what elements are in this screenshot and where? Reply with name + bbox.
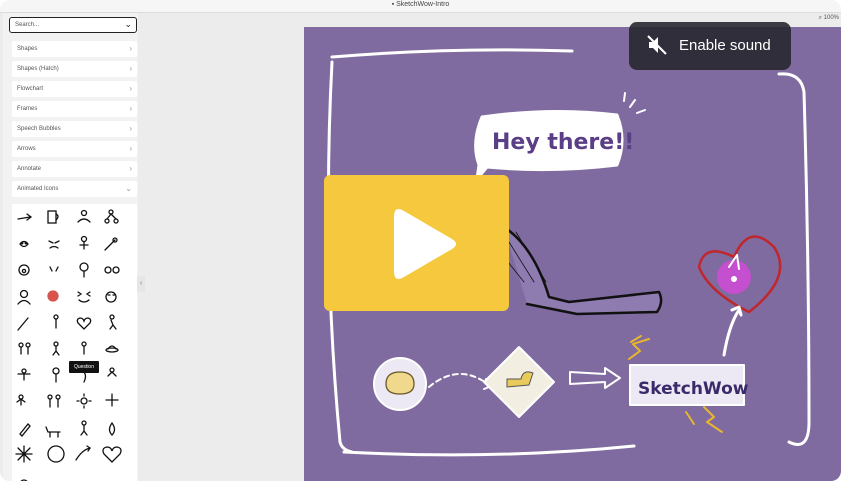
pig-icon[interactable] [18, 264, 30, 276]
brain-doodle [385, 371, 415, 395]
heart-outline-icon[interactable] [102, 446, 122, 463]
window-title-text: SketchWow-Intro [396, 1, 450, 8]
chevron-right-icon: › [129, 44, 132, 53]
pointing-figures-icon[interactable] [18, 342, 31, 355]
glasses-icon[interactable] [104, 266, 120, 274]
search-placeholder: Search... [15, 22, 40, 28]
chevron-right-icon: › [129, 144, 132, 153]
outline-arrow [569, 367, 621, 389]
play-button[interactable] [324, 175, 509, 311]
walking-figure-icon[interactable] [52, 341, 60, 356]
zoom-indicator[interactable]: ⌕ 100% [819, 15, 839, 22]
sidebar: Search... ⌄ Shapes › Shapes (Hatch) › Flow… [3, 13, 138, 481]
arrow-right-icon[interactable] [17, 213, 33, 221]
brain-icon[interactable] [47, 290, 59, 302]
chevron-left-icon: ‹ [139, 280, 143, 287]
sun-burst-icon[interactable] [76, 393, 92, 409]
chevron-right-icon: › [129, 104, 132, 113]
heart-icon[interactable] [76, 317, 92, 330]
emphasis-lines [623, 92, 646, 114]
rocket-icon[interactable] [19, 423, 31, 437]
chevron-down-icon[interactable]: ⌄ [124, 19, 132, 30]
mute-icon [647, 35, 667, 55]
network-icon[interactable] [104, 209, 119, 224]
enable-sound-button[interactable]: Enable sound [629, 22, 791, 70]
leaping-figure-icon[interactable] [80, 420, 88, 436]
chevron-right-icon: › [129, 64, 132, 73]
category-label: Speech Bubbles [17, 126, 61, 132]
horse-icon[interactable] [45, 426, 61, 438]
zap-lines-bottom [685, 406, 723, 433]
pencil-icon[interactable] [17, 317, 29, 331]
circle-arrow-icon[interactable] [47, 445, 65, 463]
unicorn-icon [717, 254, 751, 294]
category-arrows[interactable]: Arrows › [12, 141, 137, 157]
waving-figure-icon[interactable] [77, 209, 91, 223]
brush-icon[interactable] [104, 237, 118, 251]
category-label: Frames [17, 106, 38, 112]
app-window: ▪ SketchWow-Intro Search... ⌄ Shapes › Sh… [0, 0, 841, 481]
window-title: ▪ SketchWow-Intro [0, 1, 841, 8]
reclining-figure [502, 225, 663, 316]
jumping-figure-icon[interactable] [107, 367, 117, 377]
angry-face-icon[interactable] [48, 240, 60, 249]
chevron-down-icon: ⌄ [125, 184, 132, 193]
runner-icon[interactable] [109, 314, 117, 330]
chevron-right-icon: › [129, 84, 132, 93]
laugh-face-icon[interactable] [77, 291, 91, 303]
category-label: Flowchart [17, 86, 44, 92]
mask-icon[interactable] [19, 240, 29, 248]
zap-lines-top [628, 335, 650, 360]
person-icon[interactable] [79, 262, 89, 278]
category-flowchart[interactable]: Flowchart › [12, 81, 137, 97]
category-animated-icons[interactable]: Animated Icons ⌄ [12, 181, 137, 197]
speech-bubble-text: Hey there!! [492, 130, 634, 155]
enable-sound-label: Enable sound [679, 37, 771, 54]
beer-mug-icon[interactable] [47, 210, 59, 224]
question-figure-icon[interactable] [81, 341, 87, 355]
zoom-value: 100% [823, 15, 839, 21]
play-icon [394, 209, 456, 279]
collapse-sidebar-handle[interactable]: ‹ [137, 276, 145, 292]
category-label: Annotate [17, 166, 42, 172]
tooltip-text: Question [73, 364, 94, 370]
category-label: Shapes [17, 46, 38, 52]
wink-face-icon[interactable] [105, 291, 117, 303]
chevron-right-icon: › [129, 164, 132, 173]
animated-icons-svg [15, 209, 122, 481]
curved-arrow-icon[interactable] [75, 445, 91, 461]
figure-icon[interactable] [79, 235, 89, 250]
category-frames[interactable]: Frames › [12, 101, 137, 117]
sad-face-icon[interactable] [49, 266, 59, 272]
search-input[interactable]: Search... ⌄ [9, 17, 137, 33]
category-speech-bubbles[interactable]: Speech Bubbles › [12, 121, 137, 137]
dashed-arrow [428, 373, 490, 388]
dancing-figure-icon[interactable] [16, 394, 26, 406]
up-arrow [722, 305, 743, 357]
category-label: Animated Icons [17, 186, 59, 192]
category-shapes-hatch[interactable]: Shapes (Hatch) › [12, 61, 137, 77]
category-label: Arrows [17, 146, 36, 152]
title-bar: ▪ SketchWow-Intro [0, 0, 841, 13]
star-burst-icon[interactable] [15, 445, 33, 463]
category-label: Shapes (Hatch) [17, 66, 59, 72]
animated-icons-grid: Question [12, 204, 137, 481]
sparkle-icon[interactable] [105, 393, 119, 407]
ufo-icon[interactable] [105, 345, 119, 353]
logo-text: SketchWow [638, 379, 749, 399]
tooltip: Question [69, 361, 99, 373]
chevron-right-icon: › [129, 124, 132, 133]
standing-figure-icon[interactable] [53, 314, 59, 329]
category-annotate[interactable]: Annotate › [12, 161, 137, 177]
user-icon[interactable] [17, 289, 31, 305]
celebrate-figure-icon[interactable] [17, 368, 31, 381]
group-figures-icon[interactable] [47, 394, 61, 408]
category-shapes[interactable]: Shapes › [12, 41, 137, 57]
helper-figure-icon[interactable] [52, 367, 60, 383]
flame-icon[interactable] [108, 421, 116, 436]
